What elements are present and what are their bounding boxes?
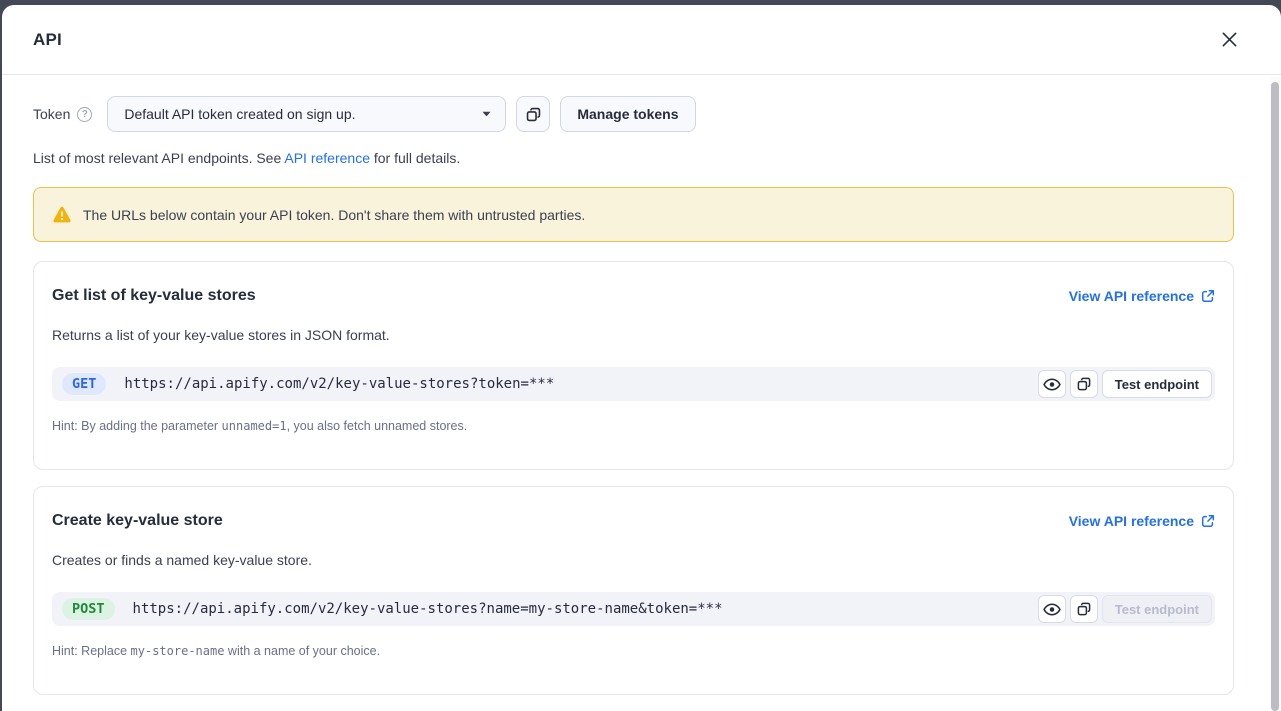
endpoint-description: Returns a list of your key-value stores … bbox=[52, 327, 1215, 343]
reveal-token-button[interactable] bbox=[1038, 595, 1066, 623]
eye-icon bbox=[1043, 378, 1061, 391]
copy-url-button[interactable] bbox=[1070, 370, 1098, 398]
intro-text-before: List of most relevant API endpoints. See bbox=[33, 150, 284, 166]
endpoint-description: Creates or finds a named key-value store… bbox=[52, 552, 1215, 568]
endpoint-url: https://api.apify.com/v2/key-value-store… bbox=[133, 601, 1038, 617]
eye-icon bbox=[1043, 603, 1061, 616]
help-icon[interactable]: ? bbox=[77, 107, 92, 122]
dialog-title: API bbox=[33, 30, 62, 50]
http-method-badge: POST bbox=[62, 598, 115, 620]
warning-banner: The URLs below contain your API token. D… bbox=[33, 187, 1234, 242]
close-button[interactable] bbox=[1217, 28, 1241, 52]
scrollbar[interactable] bbox=[1270, 77, 1280, 711]
copy-url-button[interactable] bbox=[1070, 595, 1098, 623]
manage-tokens-button[interactable]: Manage tokens bbox=[560, 96, 695, 132]
warning-text: The URLs below contain your API token. D… bbox=[83, 207, 585, 223]
api-reference-link[interactable]: API reference bbox=[284, 150, 370, 166]
token-select[interactable]: Default API token created on sign up. bbox=[107, 96, 506, 132]
dialog-header: API bbox=[2, 5, 1281, 75]
token-select-value: Default API token created on sign up. bbox=[124, 106, 355, 122]
copy-token-button[interactable] bbox=[516, 96, 550, 132]
endpoint-card-title: Get list of key-value stores bbox=[52, 287, 256, 305]
view-api-reference-label: View API reference bbox=[1069, 513, 1194, 529]
endpoint-url-bar: POST https://api.apify.com/v2/key-value-… bbox=[52, 592, 1215, 626]
intro-text-after: for full details. bbox=[370, 150, 460, 166]
api-dialog: API Token ? Default API token created on… bbox=[2, 5, 1281, 711]
chevron-down-icon bbox=[482, 111, 491, 117]
endpoint-url: https://api.apify.com/v2/key-value-store… bbox=[124, 376, 1037, 392]
http-method-badge: GET bbox=[62, 373, 106, 395]
copy-icon bbox=[1076, 376, 1092, 392]
hint-code: unnamed=1 bbox=[222, 419, 287, 433]
dialog-body: Token ? Default API token created on sig… bbox=[2, 75, 1281, 695]
close-icon bbox=[1221, 31, 1238, 48]
token-row: Token ? Default API token created on sig… bbox=[33, 96, 1234, 132]
endpoint-url-bar: GET https://api.apify.com/v2/key-value-s… bbox=[52, 367, 1215, 401]
endpoint-hint: Hint: By adding the parameter unnamed=1,… bbox=[52, 419, 1215, 433]
token-label: Token bbox=[33, 106, 70, 122]
endpoint-card-title: Create key-value store bbox=[52, 512, 223, 530]
external-link-icon bbox=[1201, 289, 1215, 303]
scrollbar-thumb[interactable] bbox=[1271, 82, 1279, 711]
reveal-token-button[interactable] bbox=[1038, 370, 1066, 398]
test-endpoint-button[interactable]: Test endpoint bbox=[1102, 595, 1212, 623]
view-api-reference-link[interactable]: View API reference bbox=[1069, 513, 1215, 529]
copy-icon bbox=[525, 106, 542, 123]
hint-code: my-store-name bbox=[131, 644, 225, 658]
view-api-reference-link[interactable]: View API reference bbox=[1069, 288, 1215, 304]
endpoint-card-create-store: Create key-value store View API referenc… bbox=[33, 486, 1234, 695]
endpoint-card-get-list: Get list of key-value stores View API re… bbox=[33, 261, 1234, 470]
test-endpoint-button[interactable]: Test endpoint bbox=[1102, 370, 1212, 398]
copy-icon bbox=[1076, 601, 1092, 617]
external-link-icon bbox=[1201, 514, 1215, 528]
endpoint-hint: Hint: Replace my-store-name with a name … bbox=[52, 644, 1215, 658]
view-api-reference-label: View API reference bbox=[1069, 288, 1194, 304]
intro-text: List of most relevant API endpoints. See… bbox=[33, 150, 1234, 166]
warning-icon bbox=[52, 206, 72, 224]
